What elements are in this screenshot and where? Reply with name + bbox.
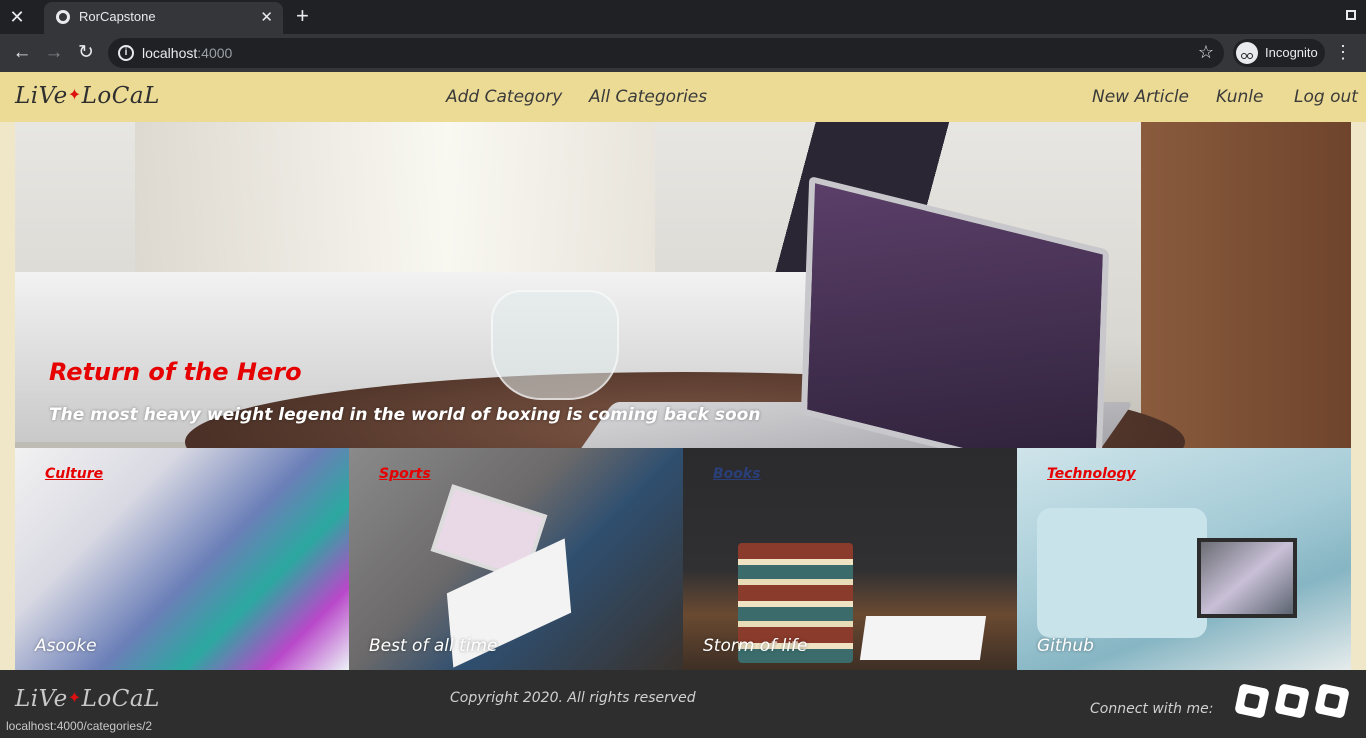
browser-toolbar: ← → ↻ i localhost:4000 ☆ Incognito ⋮ bbox=[0, 34, 1366, 72]
address-bar[interactable]: i localhost:4000 ☆ bbox=[108, 38, 1224, 68]
social-icon-1[interactable] bbox=[1234, 683, 1270, 719]
tab-close-icon[interactable]: ✕ bbox=[260, 8, 273, 26]
article-title[interactable]: Best of all time bbox=[369, 636, 498, 656]
card-image-sofa bbox=[1037, 508, 1207, 638]
reload-icon[interactable]: ↻ bbox=[73, 40, 99, 66]
featured-subtitle: The most heavy weight legend in the worl… bbox=[49, 405, 761, 425]
category-link[interactable]: Culture bbox=[45, 466, 103, 482]
nav-log-out[interactable]: Log out bbox=[1294, 87, 1358, 107]
copyright-text: Copyright 2020. All rights reserved bbox=[450, 690, 696, 706]
url-text: localhost:4000 bbox=[142, 45, 233, 61]
category-cards: Culture Asooke Sports Best of all time B… bbox=[15, 448, 1351, 670]
nav-user-profile[interactable]: Kunle bbox=[1216, 87, 1263, 107]
site-navbar: LiVe✦LoCaL Add Category All Categories N… bbox=[0, 72, 1366, 122]
info-icon[interactable]: i bbox=[118, 45, 134, 61]
category-link[interactable]: Technology bbox=[1047, 466, 1136, 482]
nav-add-category[interactable]: Add Category bbox=[446, 87, 562, 107]
star-icon: ✦ bbox=[67, 688, 82, 707]
incognito-badge[interactable]: Incognito bbox=[1233, 39, 1325, 67]
category-card-culture[interactable]: Culture Asooke bbox=[15, 448, 349, 670]
forward-icon[interactable]: → bbox=[41, 40, 67, 66]
card-image-notebook bbox=[859, 616, 987, 660]
article-title[interactable]: Github bbox=[1037, 636, 1094, 656]
category-card-technology[interactable]: Technology Github bbox=[1017, 448, 1351, 670]
social-icon-3[interactable] bbox=[1314, 683, 1350, 719]
browser-tab-strip: ✕ RorCapstone ✕ + bbox=[0, 0, 1366, 34]
social-icon-2[interactable] bbox=[1274, 683, 1310, 719]
site-logo[interactable]: LiVe✦LoCaL bbox=[15, 83, 160, 109]
star-icon: ✦ bbox=[67, 85, 82, 104]
category-link[interactable]: Sports bbox=[379, 466, 431, 482]
globe-icon bbox=[56, 10, 70, 24]
hero-image-glass bbox=[491, 290, 619, 400]
footer-logo[interactable]: LiVe✦LoCaL bbox=[15, 686, 160, 712]
card-image-laptop bbox=[1197, 538, 1297, 618]
restore-icon[interactable] bbox=[1346, 10, 1356, 20]
article-title[interactable]: Asooke bbox=[35, 636, 97, 656]
nav-new-article[interactable]: New Article bbox=[1092, 87, 1189, 107]
incognito-label: Incognito bbox=[1265, 45, 1318, 60]
browser-tab[interactable]: RorCapstone ✕ bbox=[44, 2, 283, 34]
connect-label: Connect with me: bbox=[1090, 701, 1214, 717]
back-icon[interactable]: ← bbox=[9, 40, 35, 66]
kebab-icon[interactable]: ⋮ bbox=[1334, 42, 1352, 62]
category-card-sports[interactable]: Sports Best of all time bbox=[349, 448, 683, 670]
featured-title[interactable]: Return of the Hero bbox=[49, 358, 302, 386]
tab-title: RorCapstone bbox=[79, 9, 156, 24]
plus-icon[interactable]: + bbox=[296, 4, 309, 28]
category-link[interactable]: Books bbox=[713, 466, 761, 482]
nav-all-categories[interactable]: All Categories bbox=[589, 87, 707, 107]
status-url-bubble: localhost:4000/categories/2 bbox=[0, 715, 159, 738]
web-page: LiVe✦LoCaL Add Category All Categories N… bbox=[0, 72, 1366, 738]
incognito-icon bbox=[1236, 42, 1258, 64]
star-icon[interactable]: ☆ bbox=[1198, 42, 1214, 63]
site-footer: LiVe✦LoCaL Copyright 2020. All rights re… bbox=[0, 670, 1366, 738]
close-icon[interactable]: ✕ bbox=[6, 6, 28, 28]
hero-image-wall bbox=[1141, 122, 1351, 452]
category-card-books[interactable]: Books Storm of life bbox=[683, 448, 1017, 670]
article-title[interactable]: Storm of life bbox=[703, 636, 808, 656]
